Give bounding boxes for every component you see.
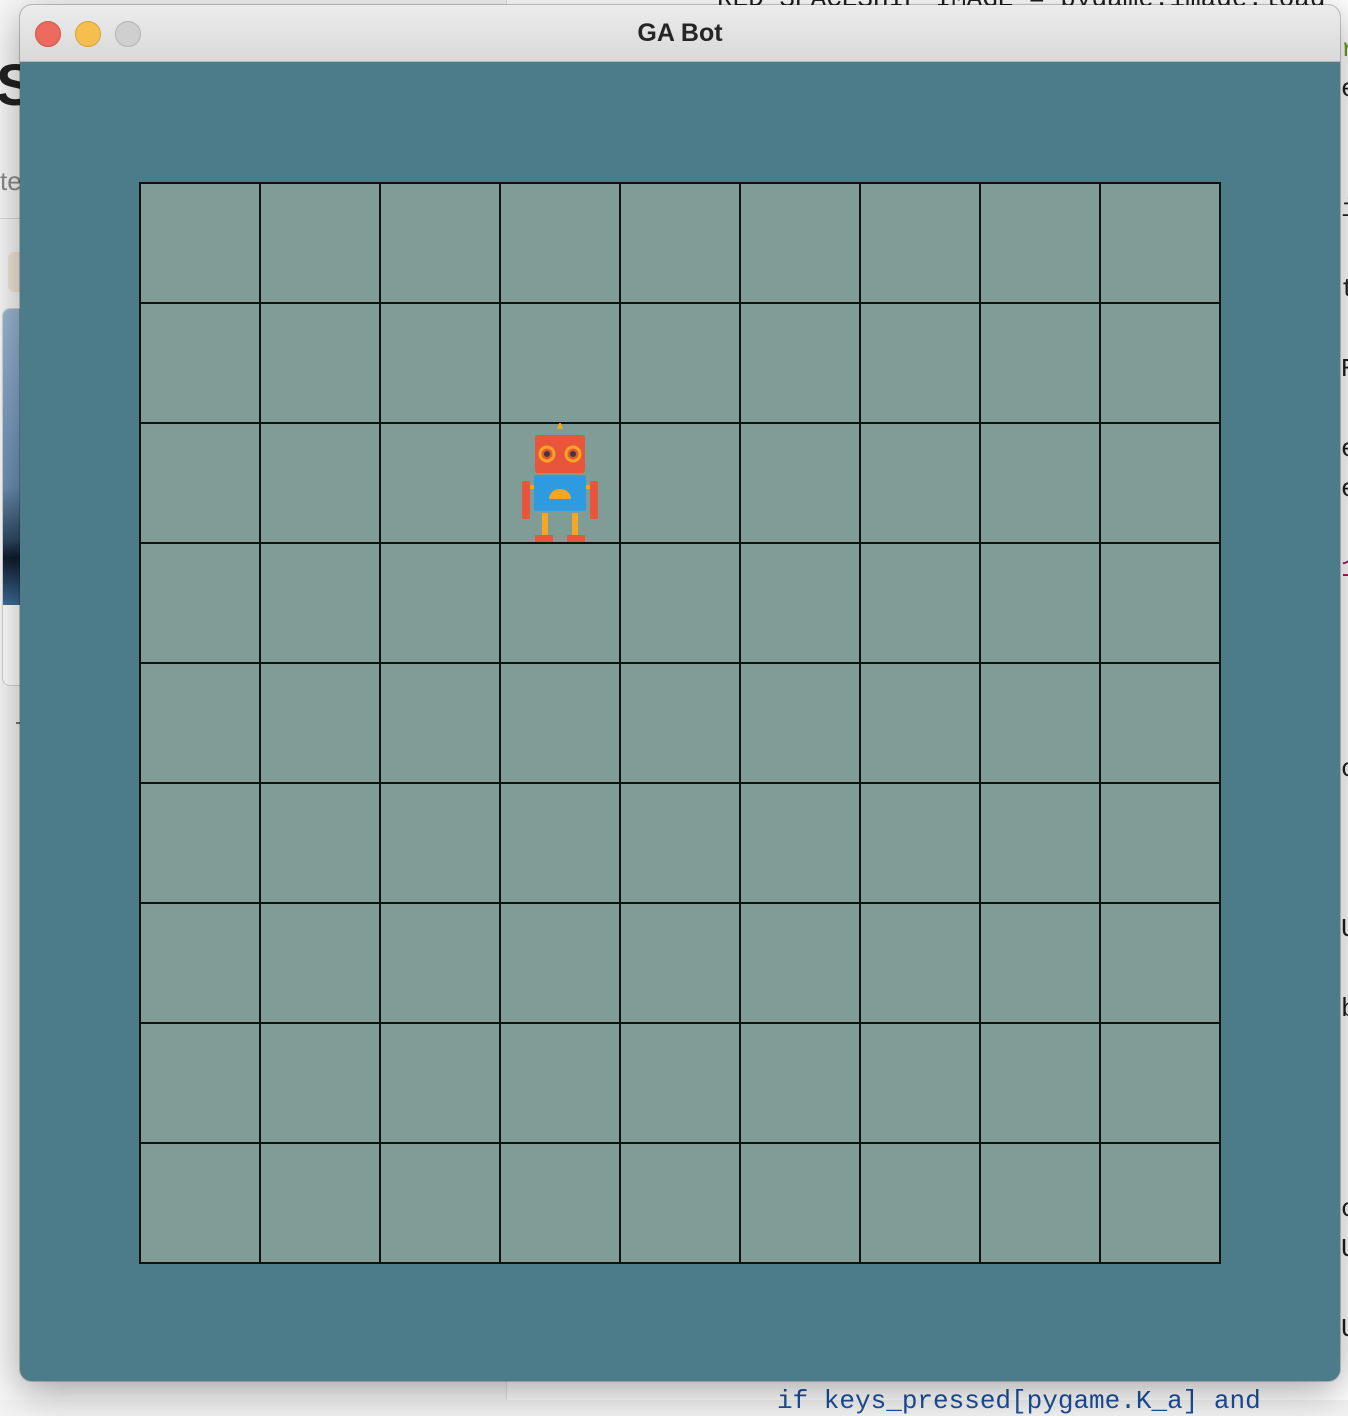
code-line: i (1341, 194, 1348, 224)
background-text-fragment: te (0, 166, 22, 196)
board-grid-lines (139, 182, 1221, 1264)
code-line: t (1341, 274, 1348, 304)
code-line: r (1341, 34, 1348, 64)
code-line: e (1341, 434, 1348, 464)
window-titlebar[interactable]: GA Bot (20, 5, 1340, 62)
code-line: U (1341, 1314, 1348, 1344)
code-line: 1 (1341, 554, 1348, 584)
code-line: U (1341, 1234, 1348, 1264)
code-line: R (1341, 354, 1348, 384)
code-line: e (1341, 474, 1348, 504)
game-board (139, 182, 1221, 1264)
code-line: c (1341, 1194, 1348, 1224)
code-line: U (1341, 914, 1348, 944)
ga-bot-window: GA Bot (20, 5, 1340, 1381)
code-line: e (1341, 74, 1348, 104)
robot-icon (500, 421, 620, 543)
code-line: if keys_pressed[pygame.K_a] and (777, 1386, 1261, 1416)
code-line: c (1341, 754, 1348, 784)
game-canvas[interactable] (20, 62, 1340, 1381)
code-line: b (1341, 994, 1348, 1024)
window-title: GA Bot (637, 19, 723, 47)
